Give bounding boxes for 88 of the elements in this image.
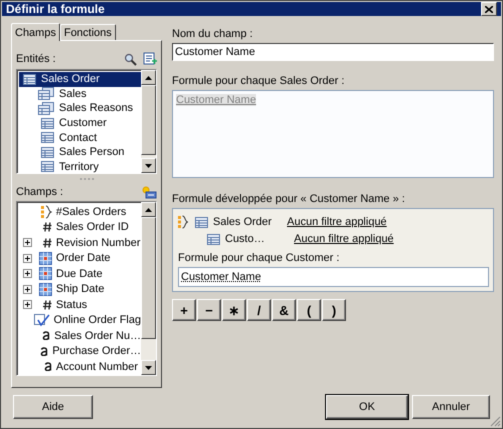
scrollbar-thumb[interactable] <box>141 85 156 155</box>
scroll-up-button[interactable] <box>141 202 156 217</box>
field-item[interactable]: Revision Number <box>19 235 141 250</box>
operator-button[interactable]: − <box>197 299 221 321</box>
operator-button[interactable]: ( <box>297 299 321 321</box>
close-icon <box>485 6 493 12</box>
calendar-icon <box>39 267 52 280</box>
entity-item[interactable]: Sales <box>19 86 141 102</box>
field-item[interactable]: Status <box>19 297 141 312</box>
entity-item[interactable]: Customer <box>19 116 141 130</box>
expand-icon[interactable] <box>23 284 32 294</box>
tables-icon <box>38 87 54 100</box>
text-type-icon <box>44 362 52 372</box>
scroll-down-button[interactable] <box>141 158 156 173</box>
expand-icon[interactable] <box>23 238 32 248</box>
expand-icon[interactable] <box>23 300 32 310</box>
expand-icon[interactable] <box>23 269 32 278</box>
search-icon[interactable] <box>124 52 137 66</box>
up-arrow-icon <box>145 76 152 80</box>
table-icon <box>41 132 54 144</box>
entity-item[interactable]: Sales Order <box>19 72 141 87</box>
field-item[interactable]: Online Order Flag <box>19 312 141 328</box>
table-icon <box>23 74 36 85</box>
operator-button[interactable]: / <box>247 299 271 321</box>
entities-label: Entités : <box>16 53 57 65</box>
entity-item[interactable]: Sales Person <box>19 144 141 160</box>
formula-label: Formule pour chaque Sales Order : <box>172 75 346 87</box>
operator-button[interactable]: ) <box>322 299 346 321</box>
entity-name: Custo… <box>225 233 266 246</box>
checkbox-icon <box>34 314 50 327</box>
field-item[interactable]: Account Number <box>19 359 141 374</box>
operator-button[interactable]: ∗ <box>222 299 246 321</box>
calendar-icon <box>39 282 52 296</box>
entity-item[interactable]: Territory <box>19 160 141 173</box>
field-item[interactable]: Sales Order Nu… <box>19 328 141 344</box>
close-button[interactable] <box>481 2 497 16</box>
down-arrow-icon <box>145 366 152 370</box>
scrollbar-thumb[interactable] <box>141 217 156 339</box>
hash-icon <box>43 300 52 310</box>
field-item[interactable]: #Sales Orders <box>19 204 141 220</box>
help-button[interactable]: Aide <box>13 395 93 419</box>
tables-icon <box>38 102 54 115</box>
field-item[interactable]: Due Date <box>19 266 141 282</box>
customer-formula-label: Formule pour chaque Customer : <box>178 252 340 264</box>
aggregate-icon <box>178 215 188 230</box>
operator-button[interactable]: + <box>172 299 196 321</box>
down-arrow-icon <box>145 164 152 168</box>
entity-item[interactable]: Contact <box>19 130 141 145</box>
new-field-icon[interactable] <box>142 186 157 198</box>
operator-button[interactable]: & <box>272 299 296 321</box>
table-icon <box>195 216 208 228</box>
window-title: Définir la formule <box>6 2 106 16</box>
scroll-down-button[interactable] <box>141 360 156 375</box>
customer-formula-input[interactable]: Customer Name <box>178 266 489 287</box>
scrollbar[interactable] <box>141 70 156 173</box>
text-type-icon <box>42 331 50 340</box>
table-icon <box>41 146 54 158</box>
entity-name: Sales Order <box>213 216 273 228</box>
field-item[interactable]: Purchase Order… <box>19 344 141 359</box>
scrollbar[interactable] <box>141 202 156 375</box>
field-name-label: Nom du champ : <box>172 28 254 40</box>
text-type-icon <box>40 346 48 356</box>
scroll-up-button[interactable] <box>141 70 156 85</box>
resize-grip-icon[interactable] <box>490 416 501 427</box>
expanded-formula-label: Formule développée pour « Customer Name » : <box>172 193 406 205</box>
table-icon <box>41 118 54 129</box>
table-icon <box>41 161 54 172</box>
table-icon <box>207 234 220 245</box>
up-arrow-icon <box>145 208 152 212</box>
filter-link[interactable]: Aucun filtre appliqué <box>294 233 394 246</box>
expand-icon[interactable] <box>23 254 32 263</box>
field-name-input[interactable]: Customer Name <box>172 43 494 61</box>
aggregate-icon <box>40 204 52 219</box>
ok-button[interactable]: OK <box>326 395 408 419</box>
fields-label: Champs : <box>16 186 64 198</box>
hash-icon <box>43 238 52 248</box>
splitter-grip-icon[interactable] <box>78 178 94 181</box>
tab[interactable]: Fonctions <box>60 24 116 40</box>
calendar-icon <box>39 252 52 265</box>
tab[interactable]: Champs <box>11 23 60 41</box>
field-item[interactable]: Order Date <box>19 250 141 266</box>
field-item[interactable]: Sales Order ID <box>19 220 141 235</box>
entity-item[interactable]: Sales Reasons <box>19 101 141 116</box>
hash-icon <box>43 222 52 232</box>
list-add-icon[interactable] <box>143 52 157 66</box>
field-item[interactable]: Ship Date <box>19 282 141 297</box>
filter-link[interactable]: Aucun filtre appliqué <box>287 216 387 228</box>
cancel-button[interactable]: Annuler <box>412 395 490 419</box>
